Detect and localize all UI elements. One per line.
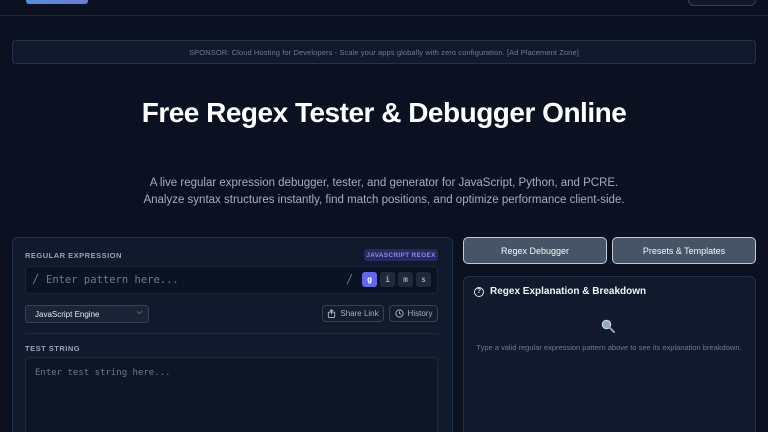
clock-icon <box>394 309 404 318</box>
test-string-label: TEST STRING <box>25 344 81 353</box>
flag-ignorecase-toggle[interactable]: i <box>380 272 395 287</box>
flag-global-toggle[interactable]: g <box>362 272 377 287</box>
sponsor-text: SPONSOR: Cloud Hosting for Developers - … <box>189 47 579 57</box>
section-divider <box>25 333 438 334</box>
magnifier-icon <box>601 319 615 333</box>
nav-button[interactable] <box>688 0 756 6</box>
site-logo[interactable] <box>26 0 88 4</box>
explanation-header: ? Regex Explanation & Breakdown <box>474 286 646 297</box>
close-slash: / <box>346 272 354 286</box>
explanation-empty-message: Type a valid regular expression pattern … <box>476 343 742 352</box>
engine-select[interactable]: JavaScript Engine ⌵ <box>25 305 149 323</box>
share-link-button[interactable]: Share Link <box>322 305 384 322</box>
sponsor-banner[interactable]: SPONSOR: Cloud Hosting for Developers - … <box>12 40 756 64</box>
chevron-down-icon: ⌵ <box>136 309 142 316</box>
page-title: Free Regex Tester & Debugger Online <box>141 97 627 128</box>
page-subtitle: A live regular expression debugger, test… <box>143 177 625 206</box>
flag-dotall-toggle[interactable]: s <box>416 272 431 287</box>
explanation-title: Regex Explanation & Breakdown <box>490 286 647 297</box>
help-circle-icon: ? <box>474 286 484 297</box>
share-link-label: Share Link <box>340 309 379 318</box>
explanation-panel <box>463 276 756 432</box>
tab-regex-debugger[interactable]: Regex Debugger <box>463 237 607 264</box>
tab-presets-templates[interactable]: Presets & Templates <box>612 237 756 264</box>
top-navbar <box>0 0 768 16</box>
history-label: History <box>407 309 433 318</box>
engine-badge: JAVASCRIPT REGEX <box>364 249 438 261</box>
pattern-input[interactable] <box>46 272 336 288</box>
regex-label: REGULAR EXPRESSION <box>25 251 122 260</box>
engine-select-value: JavaScript Engine <box>35 309 100 319</box>
test-string-input[interactable] <box>25 357 438 432</box>
history-button[interactable]: History <box>389 305 438 322</box>
flag-multiline-toggle[interactable]: m <box>398 272 413 287</box>
open-slash: / <box>32 272 40 286</box>
share-icon <box>328 309 336 318</box>
